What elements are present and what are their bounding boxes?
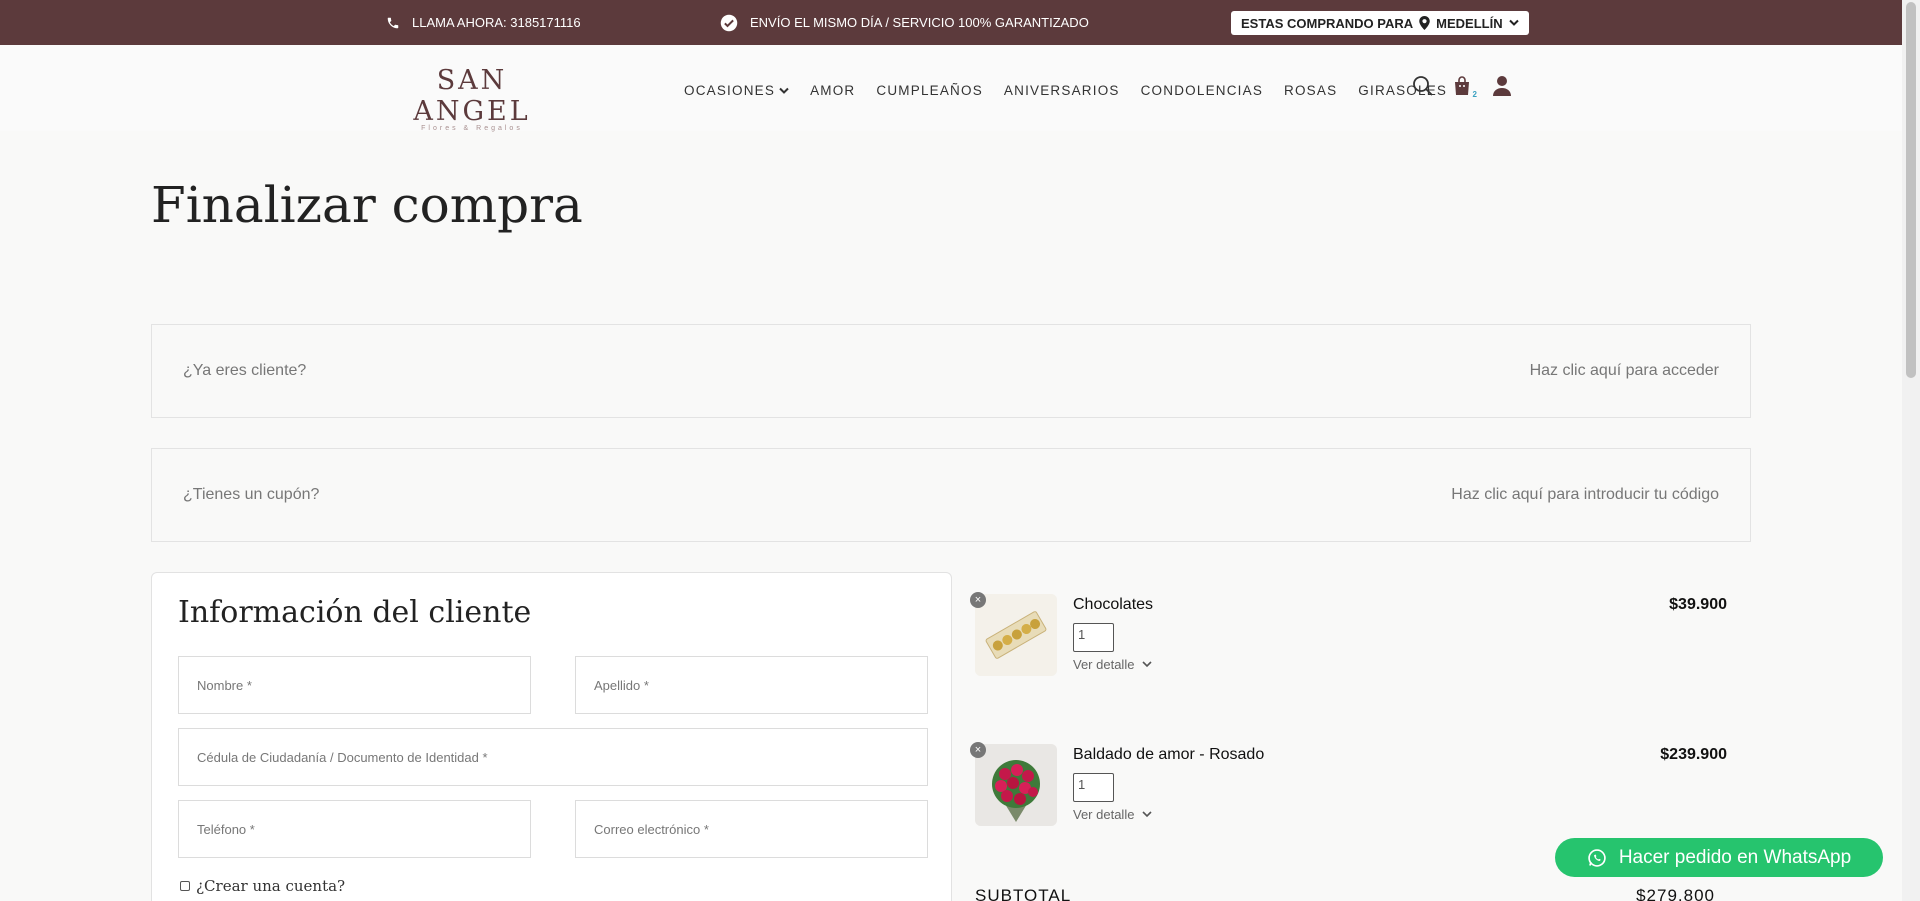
nav-item-cumpleanos[interactable]: CUMPLEAÑOS — [876, 83, 983, 98]
product-image-roses — [975, 744, 1057, 826]
product-image-chocolates — [975, 594, 1057, 676]
phone-text: LLAMA AHORA: 3185171116 — [412, 15, 581, 30]
delivery-text: ENVÍO EL MISMO DÍA / SERVICIO 100% GARAN… — [750, 15, 1089, 30]
nav-item-condolencias[interactable]: CONDOLENCIAS — [1141, 83, 1263, 98]
phone-field[interactable]: Teléfono * — [178, 800, 531, 858]
view-detail-label: Ver detalle — [1073, 657, 1135, 672]
view-detail-toggle[interactable]: Ver detalle — [1073, 657, 1153, 672]
login-question: ¿Ya eres cliente? — [183, 362, 307, 379]
product-name[interactable]: Baldado de amor - Rosado — [1073, 746, 1264, 764]
login-link[interactable]: Haz clic aquí para acceder — [1530, 362, 1719, 380]
chevron-down-icon — [1142, 661, 1153, 668]
city-label: ESTAS COMPRANDO PARA — [1241, 15, 1414, 31]
header-icons: 2 — [1412, 75, 1514, 99]
product-price: $239.900 — [1660, 746, 1727, 763]
chevron-down-icon — [1508, 19, 1519, 26]
cart-item: × Baldado de amor - Rosado 1 Ver detalle… — [970, 742, 1727, 834]
first-name-field[interactable]: Nombre * — [178, 656, 531, 714]
chevron-down-icon — [779, 87, 789, 94]
city-value: MEDELLÍN — [1436, 15, 1503, 31]
whatsapp-order-button[interactable]: Hacer pedido en WhatsApp — [1555, 838, 1883, 877]
customer-info-card: Información del cliente Nombre * Apellid… — [151, 572, 952, 901]
remove-item-button[interactable]: × — [970, 592, 986, 608]
product-price: $39.900 — [1669, 596, 1727, 613]
cart-item: × Chocolates 1 Ver detalle $39.900 — [970, 592, 1727, 684]
create-account-label: ¿Crear una cuenta? — [196, 877, 346, 895]
cart-icon[interactable]: 2 — [1452, 75, 1477, 99]
delivery-info: ENVÍO EL MISMO DÍA / SERVICIO 100% GARAN… — [720, 0, 1089, 45]
id-document-field[interactable]: Cédula de Ciudadanía / Documento de Iden… — [178, 728, 928, 786]
nav-item-amor[interactable]: AMOR — [810, 83, 855, 98]
view-detail-label: Ver detalle — [1073, 807, 1135, 822]
nav-item-aniversarios[interactable]: ANIVERSARIOS — [1004, 83, 1120, 98]
coupon-question: ¿Tienes un cupón? — [183, 486, 320, 503]
city-selector[interactable]: ESTAS COMPRANDO PARA MEDELLÍN — [1231, 11, 1529, 35]
scrollbar-thumb[interactable] — [1906, 2, 1916, 378]
create-account-option[interactable]: ¿Crear una cuenta? — [180, 877, 345, 895]
top-bar: LLAMA AHORA: 3185171116 ENVÍO EL MISMO D… — [0, 0, 1902, 45]
quantity-input[interactable]: 1 — [1073, 623, 1114, 652]
last-name-field[interactable]: Apellido * — [575, 656, 928, 714]
subtotal-value: $279.800 — [1636, 886, 1715, 901]
phone-info[interactable]: LLAMA AHORA: 3185171116 — [386, 0, 581, 45]
whatsapp-label: Hacer pedido en WhatsApp — [1618, 846, 1852, 868]
main-nav: OCASIONES AMOR CUMPLEAÑOS ANIVERSARIOS C… — [684, 83, 1447, 98]
whatsapp-icon — [1588, 848, 1606, 867]
nav-item-ocasiones[interactable]: OCASIONES — [684, 83, 789, 98]
cart-count-badge: 2 — [1472, 90, 1477, 99]
product-name[interactable]: Chocolates — [1073, 596, 1153, 614]
page-scrollbar[interactable] — [1902, 0, 1920, 901]
subtotal-row: SUBTOTAL $279.800 — [975, 886, 1715, 901]
coupon-notice: ¿Tienes un cupón? Haz clic aquí para int… — [151, 448, 1751, 542]
map-pin-icon — [1419, 16, 1430, 30]
phone-icon — [387, 17, 399, 28]
customer-info-heading: Información del cliente — [178, 595, 532, 630]
site-header: SAN ANGEL Flores & Regalos OCASIONES AMO… — [0, 45, 1902, 132]
subtotal-label: SUBTOTAL — [975, 886, 1072, 901]
coupon-link[interactable]: Haz clic aquí para introducir tu código — [1451, 486, 1719, 504]
search-icon[interactable] — [1412, 75, 1434, 97]
logo[interactable]: SAN ANGEL Flores & Regalos — [388, 65, 556, 132]
nav-label: OCASIONES — [684, 83, 776, 98]
nav-item-rosas[interactable]: ROSAS — [1284, 83, 1337, 98]
view-detail-toggle[interactable]: Ver detalle — [1073, 807, 1153, 822]
user-icon[interactable] — [1492, 75, 1514, 97]
logo-name: SAN ANGEL — [413, 65, 531, 127]
chevron-down-icon — [1142, 811, 1153, 818]
check-circle-icon — [720, 14, 738, 31]
create-account-checkbox[interactable] — [180, 881, 190, 891]
quantity-input[interactable]: 1 — [1073, 773, 1114, 802]
remove-item-button[interactable]: × — [970, 742, 986, 758]
email-field[interactable]: Correo electrónico * — [575, 800, 928, 858]
login-notice: ¿Ya eres cliente? Haz clic aquí para acc… — [151, 324, 1751, 418]
page-title: Finalizar compra — [151, 176, 583, 234]
